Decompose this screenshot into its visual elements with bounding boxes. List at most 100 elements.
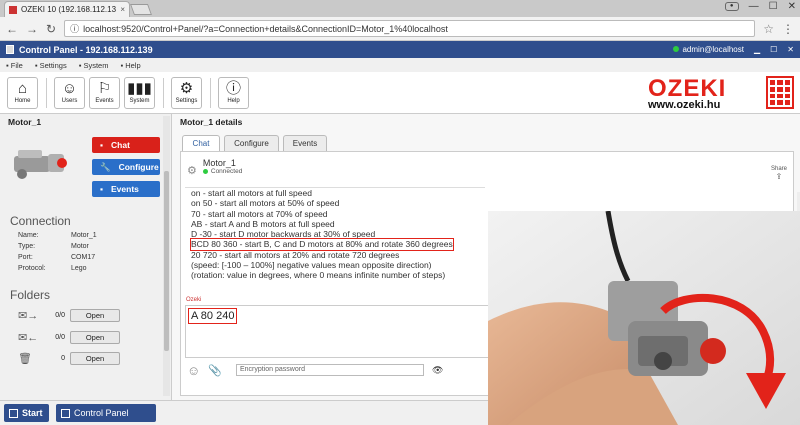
user-status: admin@localhost [673, 45, 744, 54]
home-icon: ⌂ [17, 80, 28, 97]
info-icon: ⓘ [225, 80, 241, 97]
menu-bar: ▪ File ▪ Settings ▪ System ▪ Help [0, 58, 800, 72]
toolbar: ⌂ Home ☺ Users ⚐ Events ▮▮▮ System ⚙ Set… [0, 72, 800, 114]
device-status: Connected [202, 168, 242, 175]
menu-settings[interactable]: ▪ Settings [35, 61, 67, 70]
inbox-icon: ✉→ [18, 309, 39, 322]
logo-url: www.ozeki.hu [648, 99, 721, 111]
share-button[interactable]: Share ⇪ [771, 166, 787, 181]
page-info-icon[interactable]: ⓘ [70, 22, 79, 35]
open-outbox-button[interactable]: Open [70, 330, 120, 344]
minimize-button[interactable]: — [749, 1, 759, 12]
flag-icon: ⚐ [97, 80, 112, 97]
start-icon [9, 408, 18, 418]
trash-icon: 🗑 [18, 352, 32, 365]
toolbar-divider [46, 78, 47, 108]
outbox-icon: ✉← [18, 331, 39, 344]
control-panel-icon [61, 408, 70, 418]
online-status-icon [673, 46, 680, 52]
back-icon[interactable]: ← [6, 22, 18, 36]
highlighted-message: BCD 80 360 - start B, C and D motors at … [190, 238, 454, 251]
show-password-icon[interactable]: 👁 [432, 365, 443, 376]
close-tab-icon[interactable]: × [120, 5, 125, 14]
table-row: Port: COM17 [18, 254, 96, 261]
app-minimize-icon[interactable]: ▁ [754, 45, 760, 54]
details-title: Motor_1 details [180, 117, 243, 127]
connection-table: Name: Motor_1 Type: Motor Port: COM17 Proto… [18, 230, 97, 274]
list-item: 20 720 - start all motors at 20% and rot… [191, 249, 400, 260]
motor-rotation-photo [488, 211, 800, 425]
app-icon [6, 45, 14, 54]
menu-system[interactable]: ▪ System [79, 61, 109, 70]
app-title-bar: Control Panel - 192.168.112.139 admin@lo… [0, 41, 800, 58]
new-tab-button[interactable] [129, 4, 153, 15]
folder-row-outbox: ✉← 0/0 Open [18, 329, 158, 345]
browser-menu-icon[interactable]: ⋮ [782, 22, 794, 36]
url-field[interactable]: ⓘ localhost:9520/Control+Panel/?a=Connec… [64, 20, 756, 37]
device-name: Motor_1 [202, 158, 236, 168]
open-trash-button[interactable]: Open [70, 351, 120, 365]
chat-button[interactable]: ▪ Chat [92, 137, 160, 153]
encryption-password-input[interactable]: Encryption password [235, 364, 424, 376]
toolbar-divider [163, 78, 164, 108]
emoji-icon[interactable]: ☺ [187, 363, 200, 378]
app-restore-icon[interactable]: ☐ [770, 45, 777, 54]
connected-status-icon [202, 169, 208, 174]
attachment-icon[interactable]: 📎 [208, 364, 222, 377]
settings-button[interactable]: ⚙ Settings [171, 77, 202, 109]
chat-icon: ▪ [100, 140, 104, 150]
maximize-button[interactable]: ☐ [769, 1, 778, 12]
motor-icon [14, 150, 67, 179]
message-list: on - start all motors at full speed on 5… [185, 187, 485, 294]
reload-icon[interactable]: ↻ [46, 22, 56, 36]
bookmark-star-icon[interactable]: ☆ [763, 22, 774, 36]
motor-small-icon: ⚙ [187, 165, 197, 177]
wrench-icon: 🔧 [100, 161, 111, 172]
list-item: (speed: [-100 – 100%] negative values me… [191, 260, 432, 271]
events-icon: ▪ [100, 184, 104, 194]
message-input-value: A 80 240 [188, 308, 238, 324]
folders-heading: Folders [10, 288, 51, 302]
ozeki-logo: OZEKI www.ozeki.hu [646, 75, 794, 111]
list-item: on 50 - start all motors at 50% of speed [191, 198, 340, 209]
address-bar: ← → ↻ ⓘ localhost:9520/Control+Panel/?a=… [0, 17, 800, 41]
configure-button[interactable]: 🔧 Configure [92, 159, 160, 175]
favicon-icon [9, 5, 17, 14]
open-inbox-button[interactable]: Open [70, 308, 120, 322]
system-button[interactable]: ▮▮▮ System [124, 77, 155, 109]
folder-row-trash: 🗑 0 Open [18, 350, 158, 366]
left-scrollbar[interactable] [163, 116, 170, 396]
menu-file[interactable]: ▪ File [6, 61, 23, 70]
list-item: (rotation: value in degrees, where 0 mea… [191, 270, 446, 281]
panel-title: Motor_1 [8, 117, 42, 127]
left-panel: Motor_1 ▪ Chat 🔧 Configure ▪ Events Conn… [0, 114, 172, 400]
app-title: Control Panel - 192.168.112.139 [19, 44, 153, 55]
list-item: AB - start A and B motors at full speed [191, 218, 335, 229]
tab-configure[interactable]: Configure [224, 135, 279, 151]
tab-chat[interactable]: Chat [182, 135, 220, 151]
table-row: Name: Motor_1 [18, 232, 97, 239]
logo-grid-icon [766, 76, 794, 109]
events-side-button[interactable]: ▪ Events [92, 181, 160, 197]
toolbar-divider [210, 78, 211, 108]
control-panel-task-button[interactable]: Control Panel [56, 404, 156, 422]
bars-icon: ▮▮▮ [127, 80, 152, 97]
browser-tabstrip: OZEKI 10 (192.168.112.13 × ● — ☐ ✕ [0, 0, 800, 17]
list-item: D -30 - start D motor backwards at 30% o… [191, 229, 376, 240]
user-icon: ☺ [61, 80, 78, 97]
window-controls: ● — ☐ ✕ [724, 1, 796, 12]
start-button[interactable]: Start [4, 404, 49, 422]
menu-help[interactable]: ▪ Help [120, 61, 140, 70]
list-item: on - start all motors at full speed [191, 188, 312, 198]
tab-events[interactable]: Events [283, 135, 327, 151]
users-button[interactable]: ☺ Users [54, 77, 85, 109]
home-button[interactable]: ⌂ Home [7, 77, 38, 109]
forward-icon[interactable]: → [26, 22, 38, 36]
gear-icon: ⚙ [179, 80, 194, 97]
events-button[interactable]: ⚐ Events [89, 77, 120, 109]
help-button[interactable]: ⓘ Help [218, 77, 249, 109]
close-window-button[interactable]: ✕ [788, 1, 796, 12]
profile-icon[interactable]: ● [724, 2, 739, 11]
app-close-icon[interactable]: ✕ [787, 45, 794, 54]
browser-tab[interactable]: OZEKI 10 (192.168.112.13 × [4, 1, 130, 17]
